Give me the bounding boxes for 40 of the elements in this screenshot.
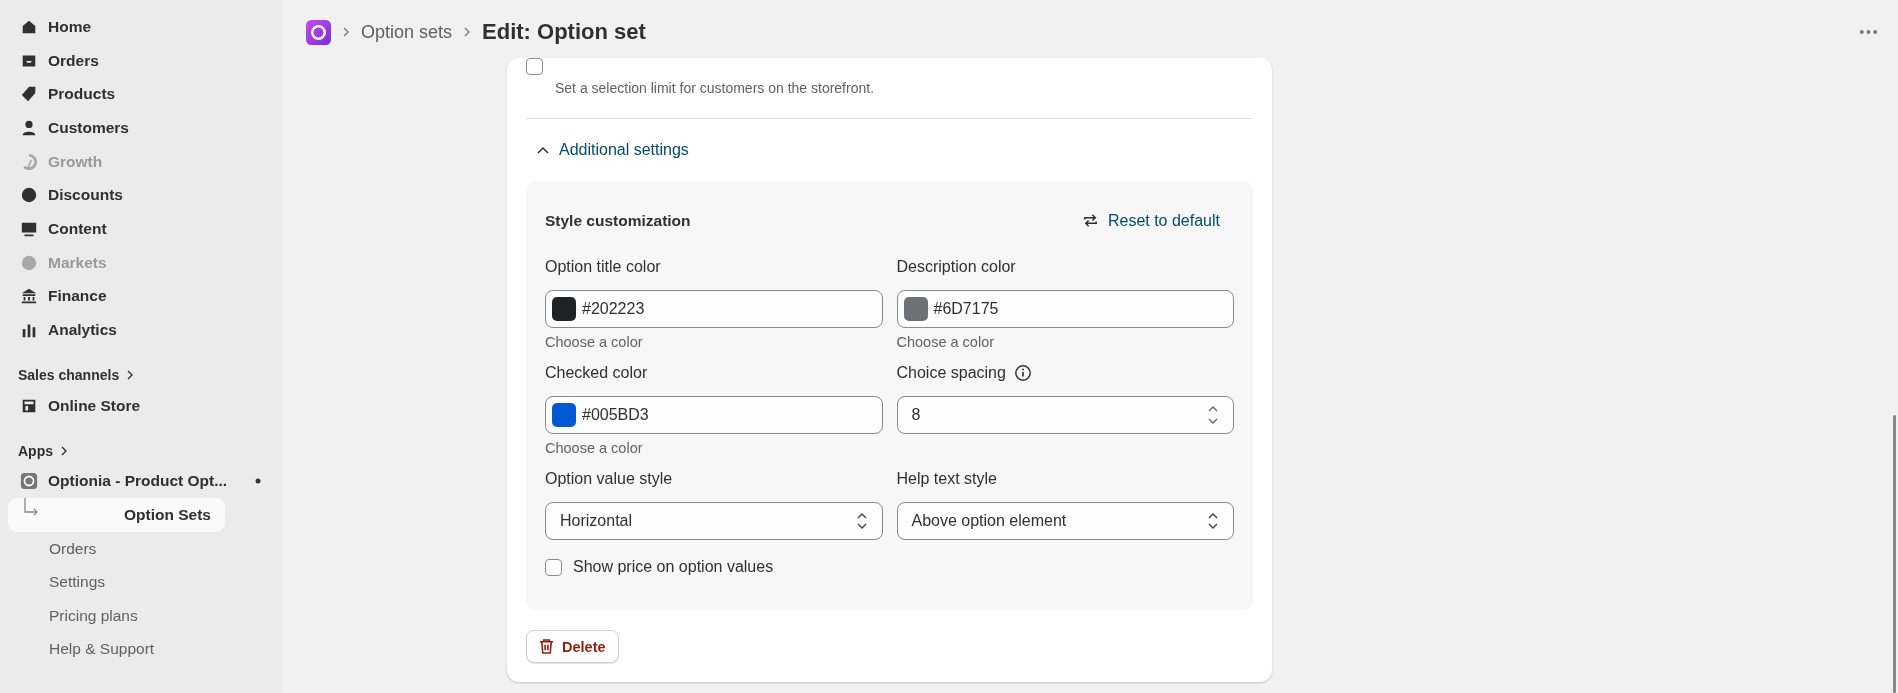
delete-button[interactable]: Delete — [526, 630, 619, 663]
sub-nav-item[interactable]: Settings — [8, 565, 225, 599]
help-text: Set a selection limit for customers on the storefront. — [554, 80, 876, 96]
nav-item[interactable]: Optionia - Product Opt... — [8, 464, 274, 499]
color-input-field[interactable]: #202223 — [545, 290, 883, 328]
help-text: Choose a color — [545, 334, 644, 350]
checkbox-label: Show price on option values — [573, 558, 774, 576]
field-label: Description color — [896, 258, 1016, 276]
select-field[interactable]: Above option element — [896, 502, 1234, 540]
breadcrumb-link[interactable]: Option sets — [361, 21, 453, 43]
field-label: Help text style — [896, 470, 997, 488]
nav-item[interactable]: Finance — [8, 279, 274, 314]
nav-item[interactable]: Customers — [8, 111, 274, 145]
nav-item[interactable]: Online Store — [8, 388, 274, 423]
sub-nav-item[interactable]: Pricing plans — [8, 598, 225, 633]
field-label: Choice spacing — [896, 364, 1006, 382]
sub-nav-item[interactable]: Orders — [8, 531, 225, 566]
color-input-field[interactable]: #6D7175 — [896, 290, 1234, 328]
field-label: Option title color — [545, 258, 661, 276]
sub-nav-item[interactable]: Option Sets — [8, 498, 225, 532]
section-link[interactable]: Sales channels — [8, 360, 274, 389]
nav-item[interactable]: Products — [8, 77, 274, 112]
disclosure-link[interactable]: Additional settings — [526, 141, 1253, 159]
field-label: Checked color — [545, 364, 648, 382]
reset-button[interactable]: Reset to default — [1080, 211, 1234, 230]
color-input-field[interactable]: #005BD3 — [545, 396, 883, 434]
help-text: Choose a color — [545, 440, 644, 456]
field-label: Option value style — [545, 470, 673, 488]
panel-title: Style customization — [545, 211, 691, 230]
select-field[interactable]: Horizontal — [545, 502, 883, 540]
nav-item[interactable]: Home — [8, 10, 274, 44]
nav-item[interactable]: Discounts — [8, 178, 274, 213]
number-input-field[interactable]: 8 — [896, 396, 1234, 434]
nav-item[interactable]: Orders — [8, 43, 274, 78]
nav-item[interactable]: Analytics — [8, 313, 274, 347]
sub-nav-item[interactable]: Help & Support — [8, 632, 225, 666]
nav-item[interactable]: Content — [8, 212, 274, 246]
page-title: Edit: Option set — [482, 19, 646, 45]
help-text: Choose a color — [896, 334, 996, 350]
section-link[interactable]: Apps — [8, 436, 274, 465]
